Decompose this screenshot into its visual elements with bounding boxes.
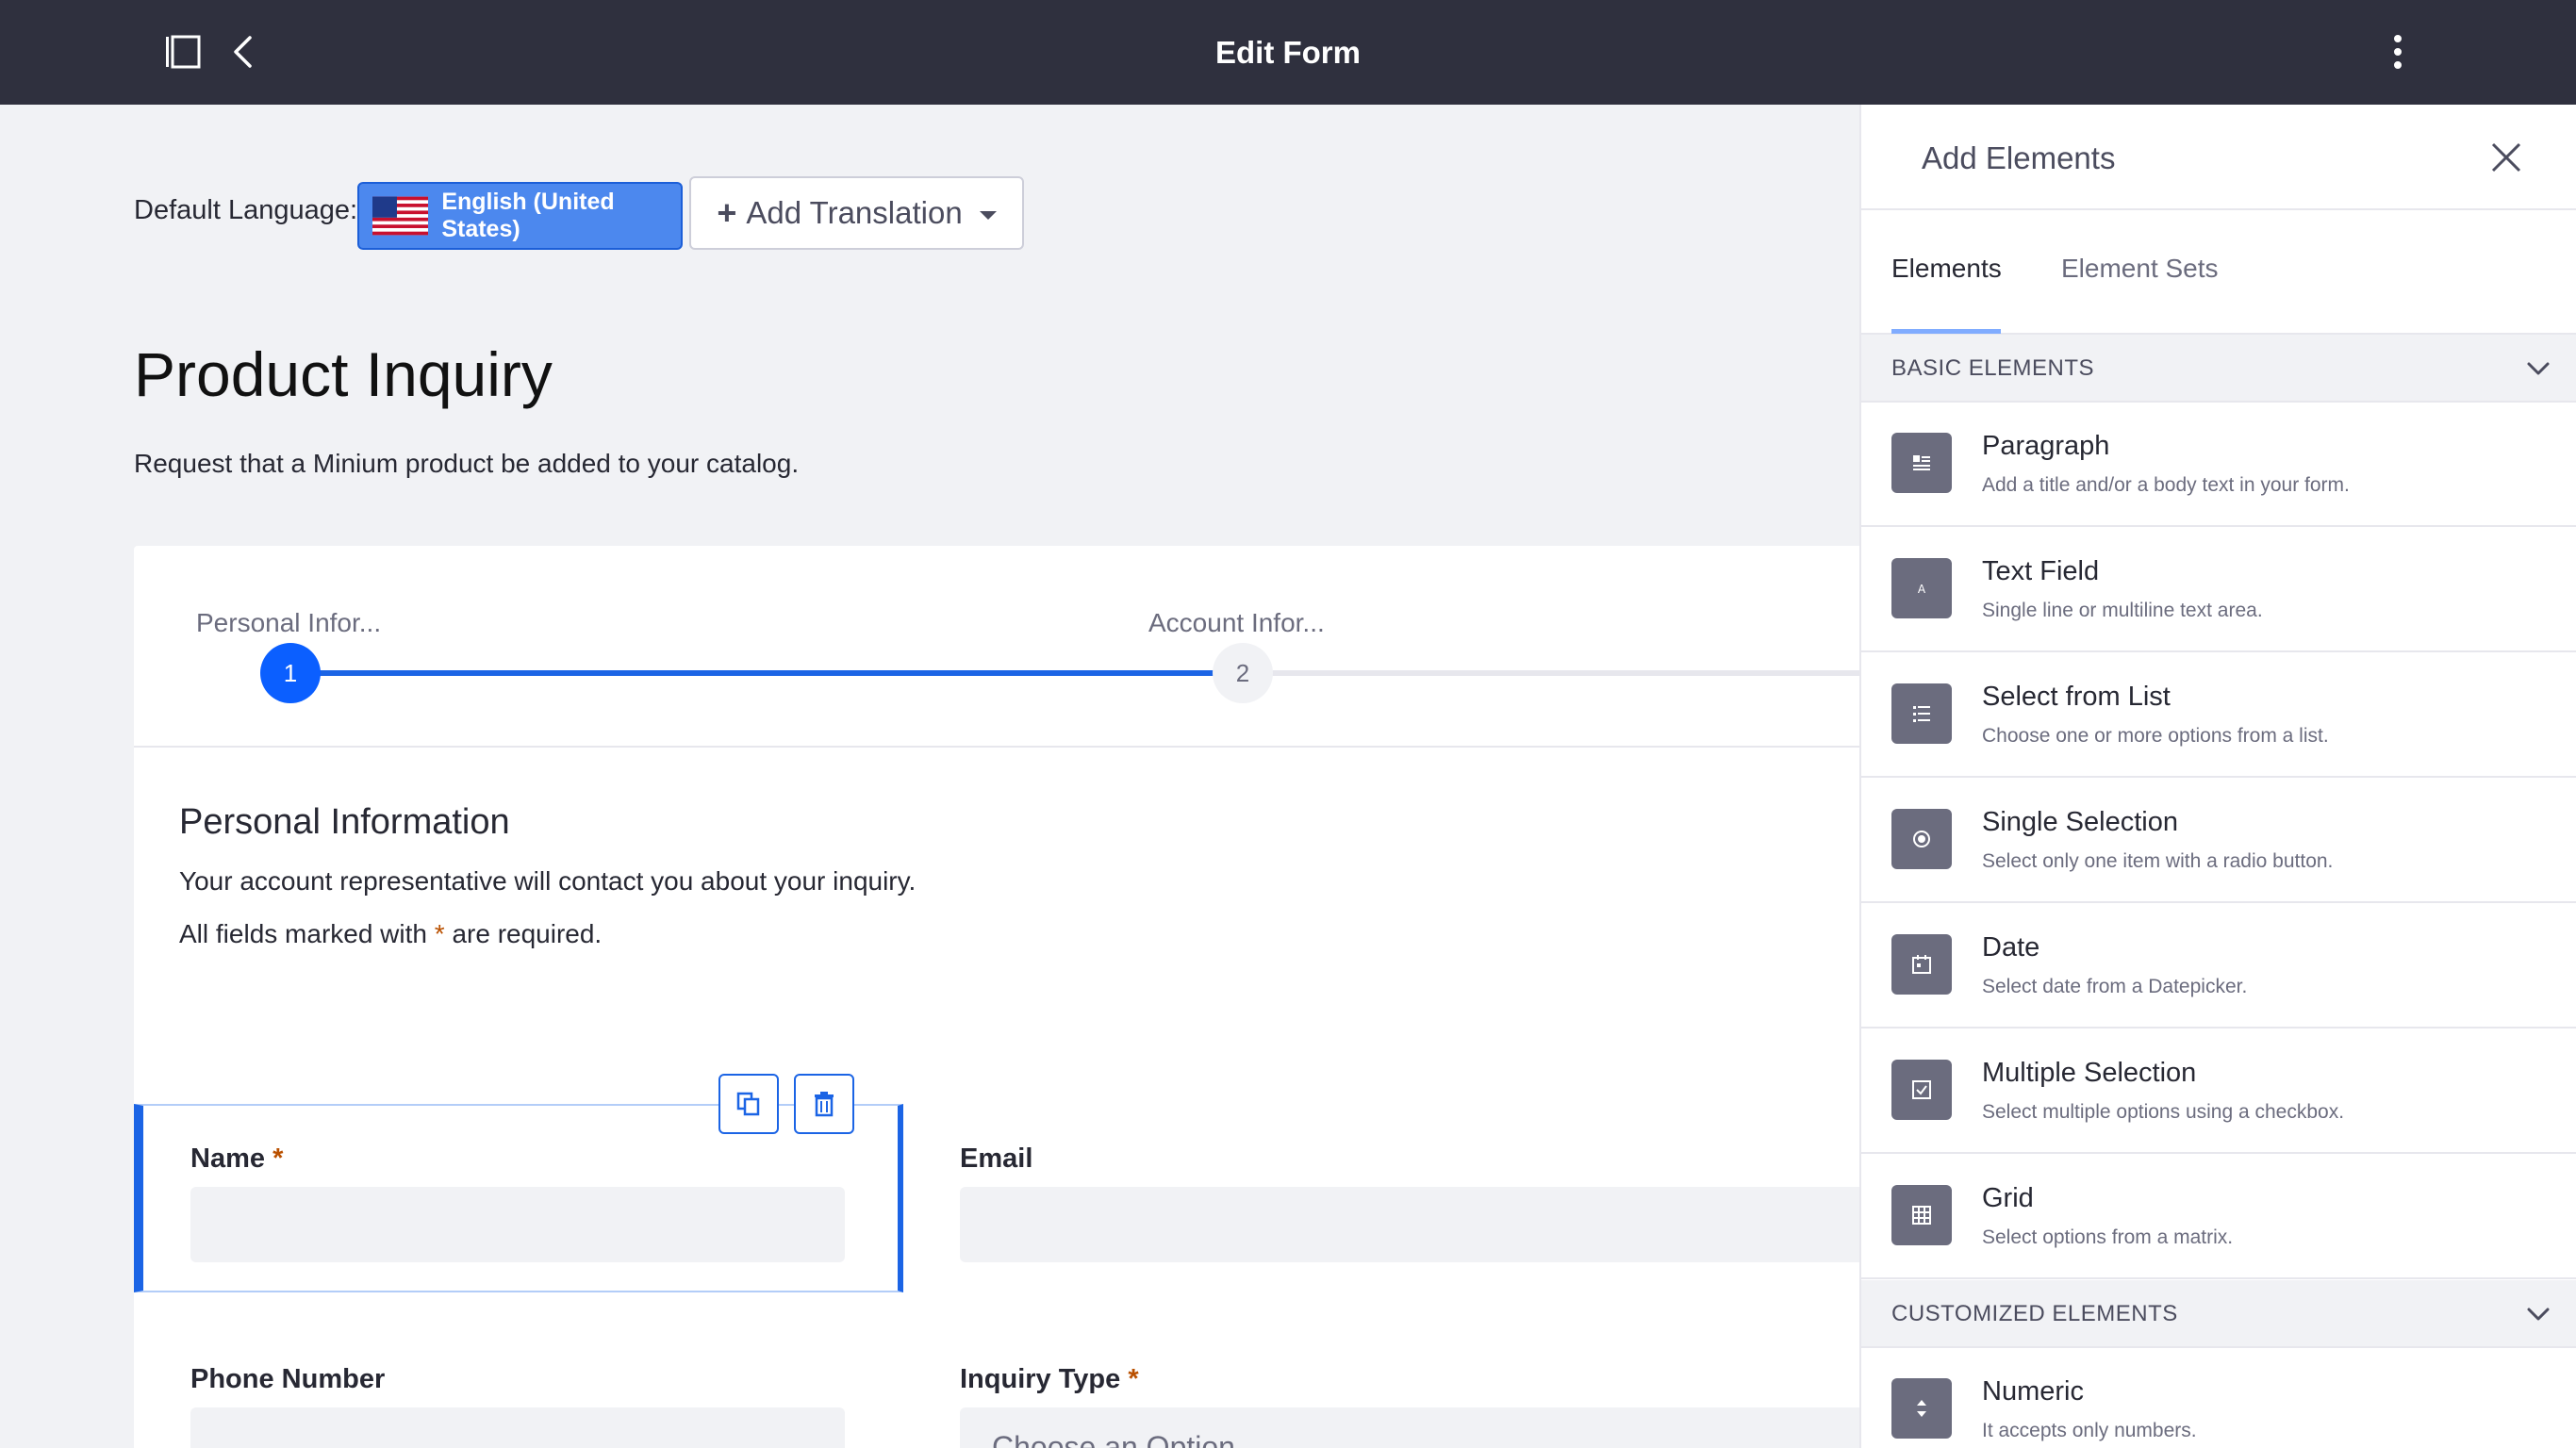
step-2-label[interactable]: Account Infor... <box>1148 608 1325 638</box>
inquiry-type-label-text: Inquiry Type <box>960 1364 1121 1394</box>
email-input[interactable] <box>960 1187 1859 1262</box>
chevron-down-icon[interactable] <box>2521 1297 2555 1331</box>
element-description: Select date from a Datepicker. <box>1982 976 2248 997</box>
add-elements-panel: Add Elements Elements Element Sets BASIC… <box>1859 105 2576 1448</box>
us-flag-icon <box>372 196 429 236</box>
element-name: Single Selection <box>1982 807 2178 837</box>
customized-elements-header[interactable]: CUSTOMIZED ELEMENTS <box>1861 1280 2576 1348</box>
chevron-down-icon[interactable] <box>2521 352 2555 386</box>
phone-input[interactable] <box>190 1407 845 1448</box>
copy-icon <box>736 1092 760 1116</box>
panel-header: Add Elements <box>1861 105 2576 210</box>
email-label: Email <box>960 1144 1033 1174</box>
element-description: Single line or multiline text area. <box>1982 600 2263 621</box>
svg-text:A: A <box>1918 583 1926 596</box>
tab-element-sets[interactable]: Element Sets <box>2061 254 2219 284</box>
inquiry-required-star: * <box>1128 1364 1139 1394</box>
customized-elements-label: CUSTOMIZED ELEMENTS <box>1891 1301 2178 1326</box>
checkbox-icon <box>1891 1060 1952 1120</box>
element-name: Date <box>1982 932 2040 963</box>
name-label: Name * <box>190 1144 283 1175</box>
delete-field-button[interactable] <box>794 1074 854 1134</box>
top-bar: Edit Form <box>0 0 2576 105</box>
wizard-steps: Personal Infor... Account Infor... 1 2 <box>134 546 1859 748</box>
element-text-field[interactable]: A Text Field Single line or multiline te… <box>1861 528 2576 652</box>
kebab-menu-icon[interactable] <box>2376 30 2419 74</box>
required-note-prefix: All fields marked with <box>179 919 427 948</box>
form-builder-canvas: Default Language: English (United States… <box>0 105 1859 1448</box>
element-select-from-list[interactable]: Select from List Choose one or more opti… <box>1861 653 2576 778</box>
default-language-label: Default Language: <box>134 195 358 225</box>
step-1-dot[interactable]: 1 <box>260 643 321 703</box>
element-description: Add a title and/or a body text in your f… <box>1982 474 2350 496</box>
required-star: * <box>434 919 445 948</box>
form-page-card: Personal Infor... Account Infor... 1 2 P… <box>134 546 1859 1448</box>
step-remaining-line <box>1237 670 1859 676</box>
element-name: Multiple Selection <box>1982 1058 2197 1088</box>
page-section-title[interactable]: Personal Information <box>179 802 510 843</box>
name-input[interactable] <box>190 1187 845 1262</box>
active-tab-indicator <box>1891 329 2001 334</box>
phone-label: Phone Number <box>190 1364 386 1394</box>
element-description: It accepts only numbers. <box>1982 1420 2197 1441</box>
calendar-icon <box>1891 934 1952 995</box>
required-note-suffix: are required. <box>452 919 603 948</box>
radio-icon <box>1891 809 1952 869</box>
add-translation-label: Add Translation <box>746 195 963 230</box>
element-description: Choose one or more options from a list. <box>1982 725 2329 747</box>
paragraph-icon <box>1891 433 1952 493</box>
list-icon <box>1891 683 1952 744</box>
inquiry-type-select[interactable]: Choose an Option <box>960 1407 1859 1448</box>
close-icon[interactable] <box>2484 135 2529 180</box>
element-multiple-selection[interactable]: Multiple Selection Select multiple optio… <box>1861 1029 2576 1154</box>
name-label-text: Name <box>190 1144 265 1174</box>
panel-title: Add Elements <box>1922 140 2116 175</box>
element-name: Paragraph <box>1982 431 2110 461</box>
element-numeric[interactable]: Numeric It accepts only numbers. <box>1861 1348 2576 1448</box>
add-translation-button[interactable]: + Add Translation <box>689 176 1024 250</box>
element-description: Select only one item with a radio button… <box>1982 850 2334 872</box>
form-description[interactable]: Request that a Minium product be added t… <box>134 449 799 479</box>
required-note: All fields marked with * are required. <box>179 919 602 949</box>
step-1-label[interactable]: Personal Infor... <box>196 608 381 638</box>
page-section-description[interactable]: Your account representative will contact… <box>179 866 916 897</box>
language-name: English (United States) <box>441 189 615 242</box>
element-name: Text Field <box>1982 556 2100 586</box>
element-single-selection[interactable]: Single Selection Select only one item wi… <box>1861 779 2576 903</box>
element-name: Grid <box>1982 1183 2034 1213</box>
inquiry-type-label: Inquiry Type * <box>960 1364 1139 1395</box>
element-paragraph[interactable]: Paragraph Add a title and/or a body text… <box>1861 403 2576 527</box>
text-field-icon: A <box>1891 558 1952 618</box>
basic-elements-header[interactable]: BASIC ELEMENTS <box>1861 335 2576 403</box>
grid-icon <box>1891 1185 1952 1245</box>
name-required-star: * <box>272 1144 284 1174</box>
page-title: Edit Form <box>1215 35 1361 70</box>
step-2-dot[interactable]: 2 <box>1213 643 1273 703</box>
element-name: Numeric <box>1982 1376 2084 1407</box>
element-description: Select options from a matrix. <box>1982 1226 2234 1248</box>
default-language-button[interactable]: English (United States) <box>357 182 683 250</box>
element-name: Select from List <box>1982 682 2171 712</box>
numeric-icon <box>1891 1378 1952 1439</box>
form-title[interactable]: Product Inquiry <box>134 338 553 410</box>
caret-down-icon <box>979 210 997 220</box>
element-date[interactable]: Date Select date from a Datepicker. <box>1861 904 2576 1028</box>
duplicate-field-button[interactable] <box>718 1074 779 1134</box>
element-grid[interactable]: Grid Select options from a matrix. <box>1861 1155 2576 1279</box>
tab-elements[interactable]: Elements <box>1891 254 2002 284</box>
plus-icon: + <box>717 193 737 232</box>
step-progress-line <box>289 670 1237 676</box>
basic-elements-label: BASIC ELEMENTS <box>1891 355 2095 381</box>
panel-tabs: Elements Element Sets <box>1861 210 2576 335</box>
element-description: Select multiple options using a checkbox… <box>1982 1101 2345 1123</box>
trash-icon <box>815 1092 834 1117</box>
